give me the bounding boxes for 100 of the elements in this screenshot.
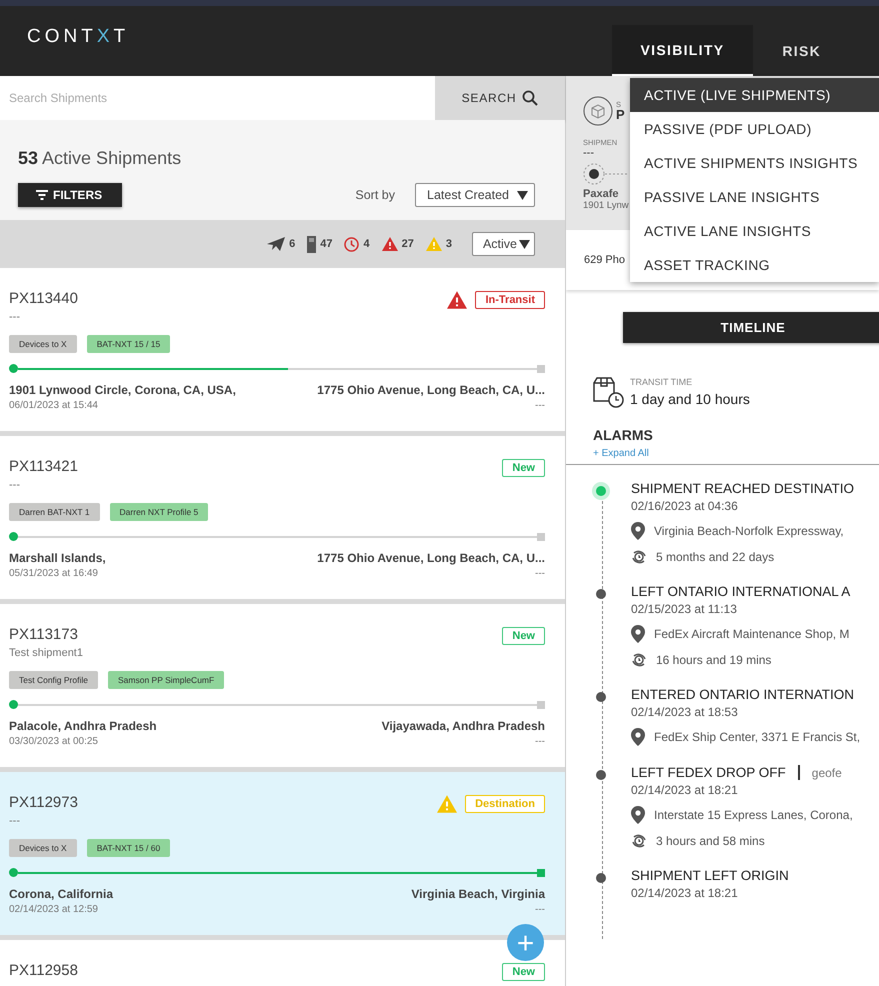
device-icon (307, 236, 316, 252)
warning-icon (447, 291, 468, 309)
menu-item[interactable]: ACTIVE SHIPMENTS INSIGHTS (630, 146, 879, 180)
warning-icon (437, 795, 458, 813)
location-pin-icon (631, 522, 645, 540)
status-badge: Destination (465, 795, 545, 813)
status-badge: New (502, 627, 545, 645)
field-value: --- (583, 147, 594, 159)
alarms-heading: ALARMS (593, 427, 654, 443)
search-field[interactable]: Search Shipments (0, 76, 435, 120)
tag: BAT-NXT 15 / 15 (86, 335, 170, 353)
paper-plane-icon (267, 237, 286, 251)
destination-marker (537, 700, 545, 708)
sort-dropdown[interactable]: Latest Created (415, 183, 535, 207)
destination-marker (537, 364, 545, 372)
shipment-name: Test shipment1 (9, 647, 83, 659)
event-location: FedEx Aircraft Maintenance Shop, M (654, 627, 850, 641)
box-icon (583, 96, 613, 126)
menu-item[interactable]: PASSIVE LANE INSIGHTS (630, 180, 879, 214)
address-text: 629 Pho (584, 254, 625, 266)
timeline-button[interactable]: TIMELINE (623, 312, 879, 343)
event-duration: 5 months and 22 days (656, 550, 774, 564)
stat-count: 4 (363, 238, 370, 250)
destination-address: 1775 Ohio Avenue, Long Beach, CA, U... (317, 383, 545, 397)
stat-count: 47 (320, 238, 332, 250)
event-date: 02/14/2023 at 18:53 (631, 705, 739, 719)
event-duration: 16 hours and 19 mins (656, 653, 772, 667)
origin-dot (9, 700, 18, 709)
tag: Samson PP SimpleCumF (108, 671, 224, 689)
tag: Darren BAT-NXT 1 (9, 503, 100, 521)
destination-time: --- (534, 904, 545, 915)
shipment-name: --- (9, 479, 21, 491)
origin-time: 02/14/2023 at 12:59 (9, 904, 99, 915)
origin-time: 06/01/2023 at 15:44 (9, 400, 99, 411)
transit-time: 1 day and 10 hours (630, 391, 750, 407)
geofence-text: geofe (812, 766, 842, 780)
tag: Test Config Profile (9, 671, 98, 689)
destination-time: --- (534, 400, 545, 411)
nav-tab[interactable]: VISIBILITY (612, 25, 754, 76)
menu-item[interactable]: PASSIVE (PDF UPLOAD) (630, 112, 879, 146)
warning-icon (382, 237, 398, 251)
event-title: SHIPMENT REACHED DESTINATIO (631, 481, 854, 496)
menu-item[interactable]: ACTIVE (LIVE SHIPMENTS) (630, 78, 879, 112)
stat-count: 27 (402, 238, 414, 250)
menu-item[interactable]: ASSET TRACKING (630, 248, 879, 282)
status-badge: In-Transit (475, 291, 545, 309)
clock-icon (344, 236, 360, 252)
event-title: SHIPMENT LEFT ORIGIN (631, 868, 789, 883)
sort-label: Sort by (355, 188, 395, 202)
location-pin-icon (631, 625, 645, 643)
duration-icon (631, 549, 647, 565)
event-date: 02/14/2023 at 18:21 (631, 886, 739, 900)
destination-address: 1775 Ohio Avenue, Long Beach, CA, U... (317, 551, 545, 565)
stat-count: 3 (446, 238, 452, 250)
shipment-name: --- (9, 815, 21, 827)
shipment-count: 53 Active Shipments (18, 148, 182, 169)
origin-name: Paxafe (583, 188, 618, 200)
detail-title: P (616, 108, 625, 122)
origin-dot (9, 364, 18, 373)
search-button[interactable]: SEARCH (435, 76, 565, 120)
tag: BAT-NXT 15 / 60 (86, 839, 170, 857)
event-title: LEFT ONTARIO INTERNATIONAL A (631, 584, 850, 599)
shipment-id: PX113173 (9, 626, 79, 643)
event-duration: 3 hours and 58 mins (656, 834, 765, 848)
expand-all-link[interactable]: + Expand All (593, 448, 649, 459)
filters-button[interactable]: FILTERS (18, 183, 122, 207)
origin-time: 03/30/2023 at 00:25 (9, 736, 99, 747)
nav-tab[interactable]: RISK (753, 25, 850, 76)
origin-address: Palacole, Andhra Pradesh (9, 719, 157, 733)
event-date: 02/15/2023 at 11:13 (631, 602, 738, 616)
transit-label: TRANSIT TIME (630, 377, 694, 387)
origin-address: Marshall Islands, (9, 551, 106, 565)
origin-time: 05/31/2023 at 16:49 (9, 568, 99, 579)
shipment-id: PX113440 (9, 290, 78, 307)
status-badge: New (502, 963, 545, 981)
event-location: FedEx Ship Center, 3371 E Francis St, (654, 730, 860, 744)
filter-icon (36, 190, 48, 200)
event-title: ENTERED ONTARIO INTERNATION (631, 687, 854, 702)
shipment-id: PX113421 (9, 458, 78, 475)
origin-address: 1901 Lynwood Circle, Corona, CA, USA, (9, 383, 236, 397)
destination-time: --- (534, 736, 545, 747)
shipment-name: --- (9, 311, 21, 323)
duration-icon (631, 652, 647, 668)
event-location: Interstate 15 Express Lanes, Corona, (654, 808, 853, 822)
destination-marker (537, 532, 545, 540)
tag: Devices to X (9, 839, 77, 857)
search-icon (522, 90, 538, 106)
menu-item[interactable]: ACTIVE LANE INSIGHTS (630, 214, 879, 248)
event-date: 02/16/2023 at 04:36 (631, 499, 739, 513)
origin-dot (9, 532, 18, 541)
stat-count: 6 (289, 238, 296, 250)
event-date: 02/14/2023 at 18:21 (631, 783, 739, 797)
duration-icon (631, 833, 647, 849)
box-clock-icon (592, 375, 626, 409)
destination-address: Vijayawada, Andhra Pradesh (382, 719, 545, 733)
origin-dot (9, 868, 18, 877)
tag: Darren NXT Profile 5 (110, 503, 208, 521)
event-location: Virginia Beach-Norfolk Expressway, (654, 524, 844, 538)
destination-time: --- (534, 568, 545, 579)
status-dropdown[interactable]: Active (472, 232, 535, 256)
